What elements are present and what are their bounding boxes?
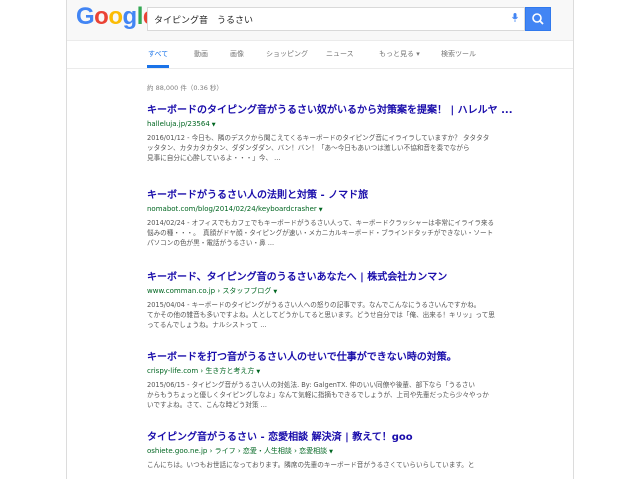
url-dropdown-icon[interactable]: ▼ (319, 207, 323, 213)
result-title[interactable]: タイピング音がうるさい - 恋愛相談 解決済 | 教えて！goo (147, 431, 547, 444)
search-box (147, 7, 525, 31)
search-button[interactable] (525, 7, 551, 31)
search-result: キーボード、タイピング音のうるさいあなたへ | 株式会社カンマン www.com… (147, 271, 547, 330)
search-result: キーボードを打つ音がうるさい人のせいで仕事ができない時の対策。 crispy-l… (147, 351, 547, 410)
search-header: Google (67, 0, 573, 41)
result-url: crispy-life.com › 生き方と考え方 ▼ (147, 367, 261, 375)
result-snippet: 2014/02/24 - オフィスでもカフェでもキーボードがうるさい人って、キー… (147, 219, 495, 247)
result-title[interactable]: キーボードのタイピング音がうるさい奴がいるから対策案を提案！ | ハレルヤ ..… (147, 104, 547, 117)
tab-images[interactable]: 画像 (230, 49, 244, 59)
result-stats: 約 88,000 件（0.36 秒） (147, 84, 223, 92)
result-snippet: こんにちは。いつもお世話になっております。隣席の先輩のキーボード音がうるさくてい… (147, 461, 475, 469)
tab-more[interactable]: もっと見る ▾ (379, 49, 420, 59)
url-dropdown-icon[interactable]: ▼ (256, 369, 260, 375)
microphone-icon[interactable] (512, 13, 518, 22)
result-url: oshiete.goo.ne.jp › ライフ › 恋愛・人生相談 › 恋愛相談… (147, 447, 333, 455)
google-logo[interactable]: Google (76, 3, 156, 31)
result-url: halleluja.jp/23564 ▼ (147, 120, 216, 128)
search-result: タイピング音がうるさい - 恋愛相談 解決済 | 教えて！goo oshiete… (147, 431, 547, 470)
search-result: キーボードがうるさい人の法則と対策 - ノマド旅 nomabot.com/blo… (147, 189, 547, 248)
tab-search-tools[interactable]: 検索ツール (441, 49, 476, 59)
url-dropdown-icon[interactable]: ▼ (212, 122, 216, 128)
url-dropdown-icon[interactable]: ▼ (329, 449, 333, 455)
search-input[interactable] (148, 8, 500, 30)
active-tab-indicator (147, 65, 169, 68)
tab-news[interactable]: ニュース (326, 49, 354, 59)
result-url: www.comman.co.jp › スタッフブログ ▼ (147, 287, 278, 295)
result-snippet: 2015/06/15 - タイピング音がうるさい人の対処法. By: Galge… (147, 381, 489, 409)
result-title[interactable]: キーボードがうるさい人の法則と対策 - ノマド旅 (147, 189, 547, 202)
url-dropdown-icon[interactable]: ▼ (273, 289, 277, 295)
result-title[interactable]: キーボードを打つ音がうるさい人のせいで仕事ができない時の対策。 (147, 351, 547, 364)
browser-frame: Google すべて 動画 画像 ショッピング ニュース もっと見る ▾ 検索ツ… (66, 0, 574, 479)
result-title[interactable]: キーボード、タイピング音のうるさいあなたへ | 株式会社カンマン (147, 271, 547, 284)
search-icon (532, 13, 544, 25)
search-tabs: すべて 動画 画像 ショッピング ニュース もっと見る ▾ 検索ツール (67, 40, 573, 69)
result-snippet: 2016/01/12 - 今日も、隣のデスクから聞こえてくるキーボードのタイピン… (147, 134, 490, 162)
tab-shopping[interactable]: ショッピング (266, 49, 308, 59)
tab-all[interactable]: すべて (148, 49, 168, 59)
result-snippet: 2015/04/04 - キーボードのタイピングがうるさい人への怒りの記事です。… (147, 301, 495, 329)
tab-videos[interactable]: 動画 (194, 49, 208, 59)
result-url: nomabot.com/blog/2014/02/24/keyboardcras… (147, 205, 323, 213)
search-result: キーボードのタイピング音がうるさい奴がいるから対策案を提案！ | ハレルヤ ..… (147, 104, 547, 163)
